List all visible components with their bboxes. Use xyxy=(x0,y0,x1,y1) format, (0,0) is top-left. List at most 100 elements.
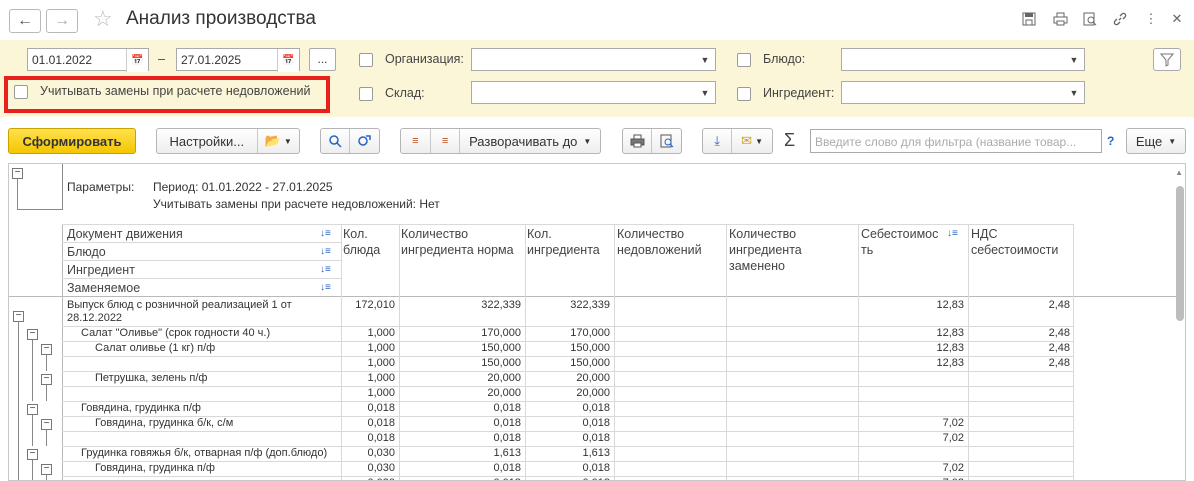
chevron-down-icon[interactable]: ▼ xyxy=(1064,49,1084,70)
warehouse-select[interactable]: ▼ xyxy=(471,81,716,104)
preview-button[interactable] xyxy=(652,129,681,153)
warehouse-label: Склад: xyxy=(385,86,425,100)
date-from-input[interactable]: 01.01.2022 📅 xyxy=(27,48,149,72)
sort-icon[interactable]: ↓≡ xyxy=(320,264,331,275)
cell-value-a: 0,030 xyxy=(367,462,395,474)
generate-button[interactable]: Сформировать xyxy=(8,128,136,154)
favorite-star-icon[interactable]: ☆ xyxy=(93,6,113,32)
print-group[interactable] xyxy=(622,128,682,154)
expand-to-dropdown[interactable]: Разворачивать до ▼ xyxy=(460,129,600,153)
collapse-row-icon[interactable]: − xyxy=(41,419,52,430)
organization-label: Организация: xyxy=(385,52,464,66)
collapse-row-icon[interactable]: − xyxy=(41,374,52,385)
collapse-row-icon[interactable]: − xyxy=(41,464,52,475)
save-to-file-button[interactable]: ⤓ xyxy=(703,129,733,153)
search-next-icon xyxy=(358,134,371,146)
row-name[interactable]: Выпуск блюд с розничной реализацией 1 от xyxy=(67,299,292,311)
chevron-down-icon[interactable]: ▼ xyxy=(695,49,715,70)
expand-list-icon: ≡ xyxy=(441,135,449,147)
chevron-down-icon[interactable]: ▼ xyxy=(1064,82,1084,103)
collapse-row-icon[interactable]: − xyxy=(13,311,24,322)
row-name[interactable]: Грудинка говяжья б/к, отварная п/ф (доп.… xyxy=(81,447,327,459)
link-icon[interactable] xyxy=(1111,10,1129,28)
organization-select[interactable]: ▼ xyxy=(471,48,716,71)
print-button[interactable] xyxy=(623,129,653,153)
cell-value-s: 12,83 xyxy=(936,357,964,369)
vertical-scrollbar[interactable] xyxy=(1176,186,1184,321)
variant-dropdown[interactable]: 📂 ▼ xyxy=(258,129,299,153)
sort-icon[interactable]: ↓≡ xyxy=(320,282,331,293)
row-name[interactable]: Салат оливье (1 кг) п/ф xyxy=(95,342,215,354)
collapse-row-icon[interactable]: − xyxy=(27,449,38,460)
organization-checkbox[interactable] xyxy=(359,53,373,67)
back-button[interactable]: ← xyxy=(9,9,41,33)
expand-all-button[interactable]: ≡ xyxy=(431,129,461,153)
cell-value-c: 322,339 xyxy=(570,299,610,311)
cell-value-a: 1,000 xyxy=(367,327,395,339)
filter-button[interactable] xyxy=(1153,48,1181,71)
date-to-input[interactable]: 27.01.2025 📅 xyxy=(176,48,300,72)
settings-button-group[interactable]: Настройки... 📂 ▼ xyxy=(156,128,300,154)
more-button[interactable]: Еще ▼ xyxy=(1126,128,1186,154)
export-group[interactable]: ⤓ ✉ ▼ xyxy=(702,128,773,154)
replacement-line: Учитывать замены при расчете недовложени… xyxy=(153,197,440,211)
ingredient-checkbox[interactable] xyxy=(737,87,751,101)
cell-value-b: 20,000 xyxy=(487,387,521,399)
row-name[interactable]: Петрушка, зелень п/ф xyxy=(95,372,207,384)
calendar-icon[interactable]: 📅 xyxy=(126,49,148,72)
save-icon[interactable] xyxy=(1020,10,1038,28)
chevron-down-icon: ▼ xyxy=(755,136,763,146)
cell-value-a: 0,030 xyxy=(305,477,395,480)
cell-value-c: 0,018 xyxy=(582,402,610,414)
forward-button[interactable]: → xyxy=(46,9,78,33)
cell-value-n: 2,48 xyxy=(1048,327,1070,339)
collapse-row-icon[interactable]: − xyxy=(27,329,38,340)
send-email-button[interactable]: ✉ ▼ xyxy=(732,129,772,153)
expand-group[interactable]: ≡ ≡ Разворачивать до ▼ xyxy=(400,128,601,154)
find-next-button[interactable] xyxy=(350,129,379,153)
search-group[interactable] xyxy=(320,128,380,154)
print-icon[interactable] xyxy=(1051,10,1069,28)
warehouse-checkbox[interactable] xyxy=(359,87,373,101)
sort-icon[interactable]: ↓≡ xyxy=(947,228,958,239)
row-name[interactable]: Говядина, грудинка б/к, с/м xyxy=(95,417,233,429)
preview-icon[interactable] xyxy=(1081,10,1099,28)
group-header-dish: Блюдо xyxy=(67,245,106,259)
row-name-continuation: 28.12.2022 xyxy=(67,312,123,324)
chevron-down-icon: ▼ xyxy=(283,136,292,146)
chevron-down-icon[interactable]: ▼ xyxy=(695,82,715,103)
close-icon[interactable]: ✕ xyxy=(1168,10,1186,28)
sort-icon[interactable]: ↓≡ xyxy=(320,246,331,257)
params-label: Параметры: xyxy=(67,180,135,194)
cell-value-a: 1,000 xyxy=(367,357,395,369)
collapse-all-button[interactable]: ≡ xyxy=(401,129,431,153)
collapse-params-icon[interactable]: − xyxy=(12,168,23,179)
col-header-sebest: Себестоимос ть xyxy=(861,227,939,257)
ingredient-select[interactable]: ▼ xyxy=(841,81,1085,104)
arrow-left-icon: ← xyxy=(17,12,33,29)
scroll-up-icon[interactable]: ▲ xyxy=(1175,168,1183,177)
cell-value-s: 12,83 xyxy=(936,342,964,354)
row-name[interactable]: Говядина, грудинка п/ф xyxy=(81,402,201,414)
settings-button[interactable]: Настройки... xyxy=(157,129,258,153)
cell-value-c: 0,018 xyxy=(582,462,610,474)
calendar-icon[interactable]: 📅 xyxy=(277,49,299,72)
cell-value-a: 1,000 xyxy=(367,372,395,384)
sum-icon[interactable]: Σ xyxy=(784,130,795,151)
search-button[interactable] xyxy=(321,129,351,153)
replacement-checkbox[interactable] xyxy=(14,85,28,99)
row-name[interactable]: Салат "Оливье" (срок годности 40 ч.) xyxy=(81,327,270,339)
help-icon[interactable]: ? xyxy=(1107,134,1114,148)
cell-value-c: 0,018 xyxy=(520,477,610,480)
more-dots-icon[interactable]: ⋮ xyxy=(1142,10,1160,28)
sort-icon[interactable]: ↓≡ xyxy=(320,228,331,239)
cell-value-c: 0,018 xyxy=(582,432,610,444)
folder-icon: 📂 xyxy=(264,133,281,148)
collapse-row-icon[interactable]: − xyxy=(41,344,52,355)
select-period-button[interactable]: ... xyxy=(309,48,336,71)
collapse-row-icon[interactable]: − xyxy=(27,404,38,415)
filter-search-input[interactable]: Введите слово для фильтра (название това… xyxy=(810,129,1102,153)
dish-checkbox[interactable] xyxy=(737,53,751,67)
dish-select[interactable]: ▼ xyxy=(841,48,1085,71)
row-name[interactable]: Говядина, грудинка п/ф xyxy=(95,462,215,474)
